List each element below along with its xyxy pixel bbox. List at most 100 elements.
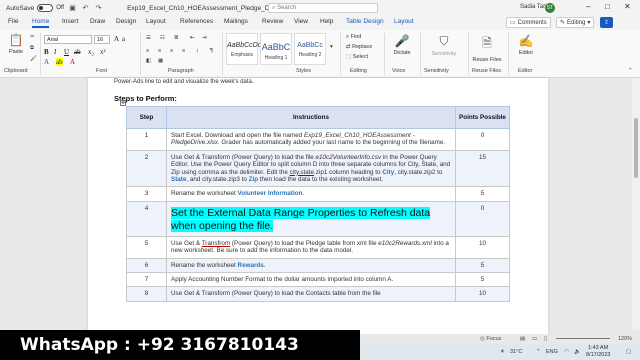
instruction-cell[interactable]: Rename the worksheet Volunteer Informati… (166, 186, 456, 202)
autosave-control[interactable]: AutoSave Off (6, 4, 64, 12)
redo-icon[interactable]: ↷ (94, 4, 103, 13)
avatar[interactable]: ST (545, 3, 555, 13)
style-emphasis[interactable]: AaBbCcDc Emphasis (226, 33, 261, 65)
tray-chevron-icon[interactable]: ⌃ (536, 349, 541, 355)
weather-icon[interactable]: ☀ (500, 349, 505, 355)
styles-more-icon[interactable]: ▾ (330, 44, 333, 50)
sensitivity-button[interactable]: ⛉ Sensitivity (424, 34, 464, 57)
instruction-cell[interactable]: Set the External Data Range Properties t… (166, 200, 456, 237)
step-number: 4 (126, 200, 167, 237)
align-center-icon[interactable]: ≡ (158, 48, 161, 54)
save-icon[interactable]: ▣ (68, 4, 77, 13)
step-number: 2 (126, 149, 167, 188)
italic-icon[interactable]: I (54, 48, 56, 56)
editing-mode-button[interactable]: ✎ Editing ▾ (556, 17, 595, 28)
font-name-select[interactable]: Arial (44, 35, 92, 44)
instruction-cell[interactable]: Start Excel. Download and open the file … (166, 128, 456, 151)
justify-icon[interactable]: ≡ (182, 48, 185, 54)
style-heading-1[interactable]: AaBbC Heading 1 (260, 33, 292, 65)
search-input[interactable]: ⌕ Search (268, 3, 378, 13)
replace-button[interactable]: ⇄ Replace (346, 44, 372, 50)
copy-icon[interactable]: ⧉ (30, 45, 34, 52)
superscript-icon[interactable]: x² (100, 48, 106, 56)
zoom-level[interactable]: 120% (618, 336, 632, 342)
language-indicator[interactable]: ENG (546, 349, 558, 355)
document-page[interactable]: Power-Ads line to edit and visualize the… (88, 78, 548, 338)
undo-icon[interactable]: ↶ (81, 4, 90, 13)
line-spacing-icon[interactable]: ↕ (196, 48, 199, 54)
instruction-cell[interactable]: Use Get & Transform (Power Query) to loa… (166, 286, 456, 302)
read-mode-icon[interactable]: ▤ (520, 336, 525, 342)
cut-icon[interactable]: ✂ (30, 34, 35, 40)
editing-group-label: Editing (350, 68, 367, 74)
reuse-files-button[interactable]: 🗎 Reuse Files (472, 34, 502, 63)
align-left-icon[interactable]: ≡ (146, 48, 149, 54)
instruction-cell[interactable]: Use Get & Transform (Power Query) to loa… (166, 149, 456, 188)
wifi-icon[interactable]: ◠ (564, 349, 569, 355)
tab-layout[interactable]: Layout (146, 18, 166, 25)
close-icon[interactable]: ✕ (624, 2, 631, 11)
show-formatting-icon[interactable]: ¶ (210, 48, 213, 54)
paste-button[interactable]: 📋 Paste (4, 33, 28, 55)
tab-table-design[interactable]: Table Design (346, 18, 384, 25)
scrollbar-thumb[interactable] (634, 118, 638, 178)
tab-mailings[interactable]: Mailings (224, 18, 248, 25)
bold-icon[interactable]: B (44, 48, 49, 56)
find-button[interactable]: ⌕ Find (346, 34, 361, 41)
text-effects-icon[interactable]: A (44, 58, 49, 66)
decrease-indent-icon[interactable]: ⇤ (190, 35, 195, 41)
highlight-color-icon[interactable]: ab (56, 58, 63, 66)
numbering-icon[interactable]: ☷ (160, 35, 165, 41)
font-size-select[interactable]: 16 (94, 35, 110, 44)
tab-view[interactable]: View (294, 18, 308, 25)
autosave-toggle[interactable] (37, 4, 54, 12)
vertical-scrollbar[interactable] (632, 78, 640, 330)
tab-insert[interactable]: Insert (62, 18, 78, 25)
tab-draw[interactable]: Draw (90, 18, 105, 25)
instruction-cell[interactable]: Apply Accounting Number Format to the do… (166, 272, 456, 288)
collapse-ribbon-icon[interactable]: ⌃ (628, 68, 633, 74)
increase-indent-icon[interactable]: ⇥ (202, 35, 207, 41)
borders-icon[interactable]: ▦ (158, 58, 163, 64)
instruction-cell[interactable]: Rename the worksheet Rewards. (166, 257, 456, 274)
dictate-button[interactable]: 🎤 Dictate (388, 34, 416, 56)
points-value: 10 (455, 235, 510, 259)
multilevel-list-icon[interactable]: ≣ (174, 35, 179, 41)
format-painter-icon[interactable]: 🖌 (30, 56, 37, 62)
print-layout-icon[interactable]: ▭ (532, 336, 537, 342)
minimize-icon[interactable]: – (586, 2, 590, 11)
style-heading-2[interactable]: AaBbCc Heading 2 (294, 33, 326, 65)
volume-icon[interactable]: 🔈 (574, 349, 581, 355)
ribbon: 📋 Paste ✂ ⧉ 🖌 Clipboard Arial 16 A a B I… (0, 30, 640, 78)
zoom-slider[interactable] (556, 338, 610, 339)
share-button[interactable]: ⇪ (600, 17, 614, 28)
comments-button[interactable]: ▭ Comments (506, 17, 551, 28)
instruction-cell[interactable]: Use Get & Transfrom (Power Query) to loa… (166, 235, 456, 259)
clock-time[interactable]: 1:43 AM (588, 345, 608, 351)
focus-button[interactable]: ◎ Focus (480, 336, 501, 342)
tab-review[interactable]: Review (262, 18, 283, 25)
tab-table-layout[interactable]: Layout (394, 18, 414, 25)
notifications-icon[interactable]: ▢ (626, 349, 631, 355)
tab-help[interactable]: Help (320, 18, 333, 25)
underline-icon[interactable]: U (64, 48, 69, 56)
align-right-icon[interactable]: ≡ (170, 48, 173, 54)
tab-home[interactable]: Home (32, 18, 50, 28)
font-color-icon[interactable]: A (70, 58, 75, 66)
tab-references[interactable]: References (180, 18, 213, 25)
grow-font-icon[interactable]: A (114, 35, 119, 43)
shrink-font-icon[interactable]: a (122, 35, 125, 43)
web-layout-icon[interactable]: ▯ (544, 336, 547, 342)
shading-icon[interactable]: ◧ (146, 58, 151, 64)
step-number: 7 (126, 272, 167, 288)
weather-temp[interactable]: 31°C (510, 349, 522, 355)
select-button[interactable]: ⬚ Select (346, 54, 368, 60)
clock-date[interactable]: 8/17/2023 (586, 352, 610, 358)
tab-file[interactable]: File (8, 18, 18, 25)
tab-design[interactable]: Design (116, 18, 136, 25)
editor-button[interactable]: ✍ Editor (512, 34, 540, 56)
subscript-icon[interactable]: x₂ (88, 48, 94, 56)
bullets-icon[interactable]: ☰ (146, 35, 151, 41)
strikethrough-icon[interactable]: ab (74, 48, 81, 56)
maximize-icon[interactable]: □ (605, 2, 610, 11)
